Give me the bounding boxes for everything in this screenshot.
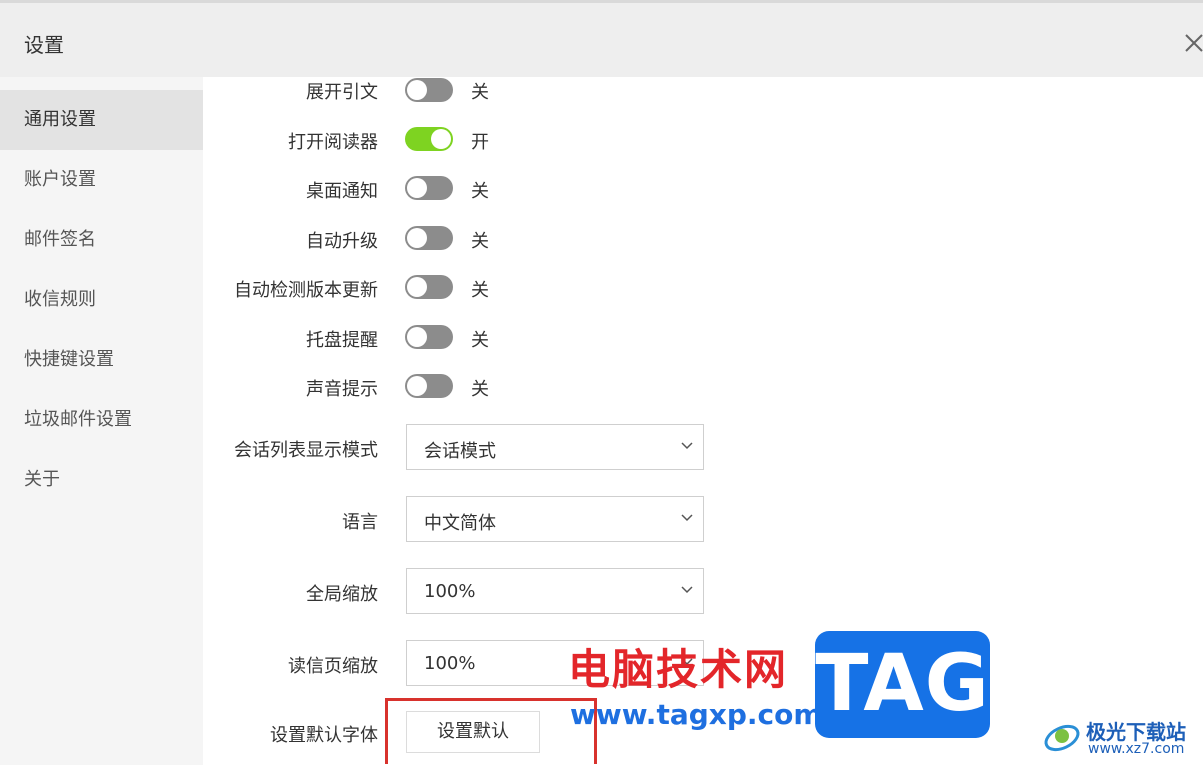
toggle-expand-quote[interactable] xyxy=(405,78,453,102)
toggle-knob xyxy=(431,129,451,149)
sidebar-item-label: 账户设置 xyxy=(24,169,96,190)
toggle-open-reader[interactable] xyxy=(405,127,453,151)
select-value: 会话模式 xyxy=(424,441,496,462)
settings-window: 设置 通用设置 账户设置 邮件签名 收信规则 快捷键设置 垃圾邮件设置 关于 展… xyxy=(0,0,1203,765)
toggle-state-text: 关 xyxy=(471,82,489,103)
toggle-sound-alert[interactable] xyxy=(405,374,453,398)
toggle-desktop-notify[interactable] xyxy=(405,176,453,200)
setting-label-check-update: 自动检测版本更新 xyxy=(234,280,378,301)
toggle-knob xyxy=(407,228,427,248)
select-value: 100% xyxy=(424,581,476,602)
sidebar-item-account[interactable]: 账户设置 xyxy=(0,150,203,210)
toggle-knob xyxy=(407,178,427,198)
toggle-state-text: 关 xyxy=(471,379,489,400)
toggle-tray-reminder[interactable] xyxy=(405,325,453,349)
sidebar-item-label: 关于 xyxy=(24,469,60,490)
setting-label-open-reader: 打开阅读器 xyxy=(288,132,378,153)
sidebar-item-shortcuts[interactable]: 快捷键设置 xyxy=(0,330,203,390)
toggle-knob xyxy=(407,80,427,100)
sidebar-item-general[interactable]: 通用设置 xyxy=(0,90,203,150)
title-bar: 设置 xyxy=(0,3,1203,77)
watermark-brand-url: www.xz7.com xyxy=(1088,741,1185,757)
chevron-down-icon xyxy=(681,586,693,594)
sidebar-item-mail-rules[interactable]: 收信规则 xyxy=(0,270,203,330)
select-value: 中文简体 xyxy=(424,513,496,534)
toggle-state-text: 关 xyxy=(471,181,489,202)
setting-label-list-mode: 会话列表显示模式 xyxy=(234,440,378,461)
setting-label-global-zoom: 全局缩放 xyxy=(306,584,378,605)
chevron-down-icon xyxy=(681,514,693,522)
window-title: 设置 xyxy=(24,33,64,57)
sidebar-item-label: 收信规则 xyxy=(24,289,96,310)
highlight-box xyxy=(385,698,597,764)
toggle-auto-upgrade[interactable] xyxy=(405,226,453,250)
aurora-logo-icon xyxy=(1044,724,1080,752)
setting-label-language: 语言 xyxy=(342,512,378,533)
settings-sidebar: 通用设置 账户设置 邮件签名 收信规则 快捷键设置 垃圾邮件设置 关于 xyxy=(0,77,203,765)
close-icon[interactable] xyxy=(1182,31,1203,55)
select-value: 100% xyxy=(424,653,476,674)
setting-label-default-font: 设置默认字体 xyxy=(270,725,378,746)
chevron-down-icon xyxy=(681,442,693,450)
watermark-site-url: www.tagxp.com xyxy=(570,698,823,731)
toggle-check-update[interactable] xyxy=(405,275,453,299)
toggle-knob xyxy=(407,277,427,297)
select-global-zoom[interactable]: 100% xyxy=(406,568,704,614)
sidebar-item-label: 快捷键设置 xyxy=(24,349,114,370)
watermark-tag-logo: TAG xyxy=(815,631,990,738)
sidebar-item-spam[interactable]: 垃圾邮件设置 xyxy=(0,390,203,450)
watermark-site-name: 电脑技术网 xyxy=(568,645,789,694)
setting-label-auto-upgrade: 自动升级 xyxy=(306,231,378,252)
sidebar-item-label: 垃圾邮件设置 xyxy=(24,409,132,430)
toggle-knob xyxy=(407,327,427,347)
toggle-state-text: 关 xyxy=(471,280,489,301)
select-list-mode[interactable]: 会话模式 xyxy=(406,424,704,470)
setting-label-sound-alert: 声音提示 xyxy=(306,379,378,400)
select-language[interactable]: 中文简体 xyxy=(406,496,704,542)
toggle-state-text: 开 xyxy=(471,132,489,153)
sidebar-item-about[interactable]: 关于 xyxy=(0,450,203,510)
setting-label-tray-reminder: 托盘提醒 xyxy=(306,330,378,351)
sidebar-item-label: 通用设置 xyxy=(24,109,96,130)
toggle-knob xyxy=(407,376,427,396)
toggle-state-text: 关 xyxy=(471,231,489,252)
setting-label-desktop-notify: 桌面通知 xyxy=(306,181,378,202)
setting-label-expand-quote: 展开引文 xyxy=(306,82,378,103)
toggle-state-text: 关 xyxy=(471,330,489,351)
sidebar-item-signature[interactable]: 邮件签名 xyxy=(0,210,203,270)
sidebar-item-label: 邮件签名 xyxy=(24,229,96,250)
setting-label-reader-zoom: 读信页缩放 xyxy=(288,656,378,677)
